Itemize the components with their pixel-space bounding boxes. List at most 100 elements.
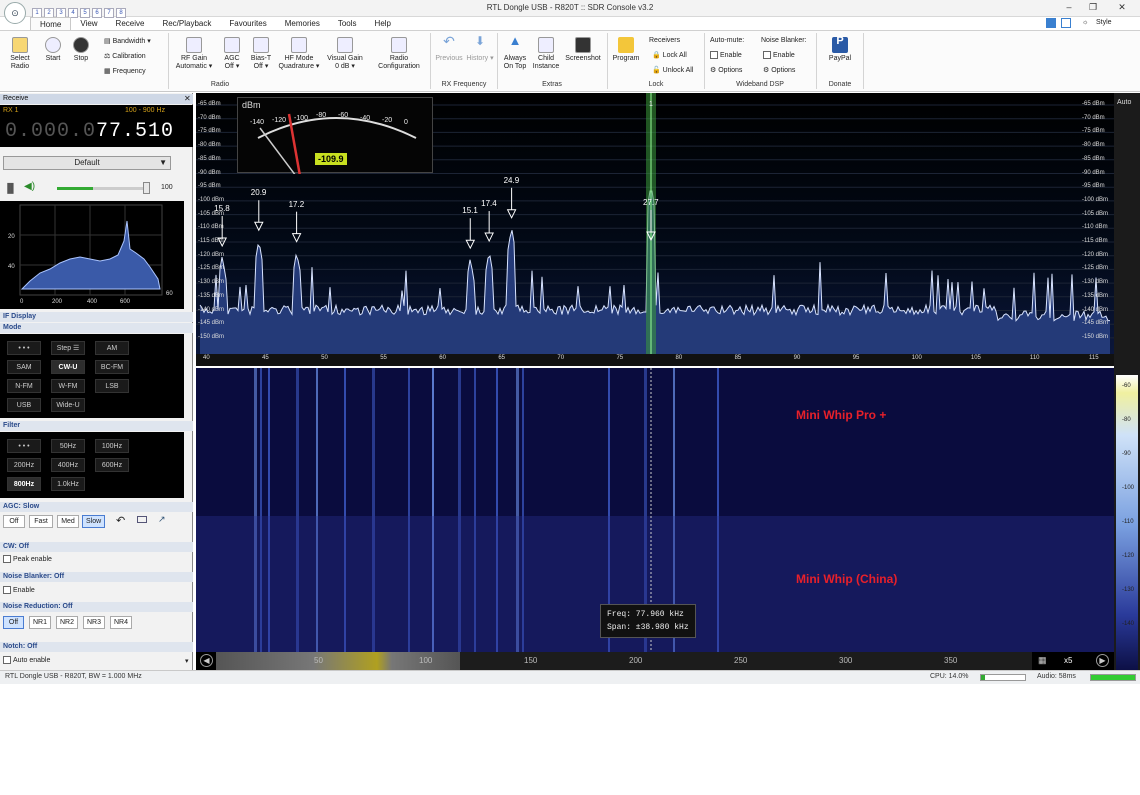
filter-header[interactable]: Filter bbox=[0, 421, 193, 431]
noise-blanker-header[interactable]: Noise Blanker: Off bbox=[0, 572, 193, 582]
filter-400hz[interactable]: 400Hz bbox=[51, 458, 85, 472]
auto-enable-checkbox[interactable] bbox=[3, 656, 11, 664]
layout-icon[interactable] bbox=[1046, 18, 1056, 28]
agc-slow-button[interactable]: Slow bbox=[82, 515, 105, 528]
style-icon[interactable]: ☼ bbox=[1082, 19, 1088, 26]
volume-slider[interactable] bbox=[57, 187, 149, 190]
agc-header[interactable]: AGC: Slow bbox=[0, 502, 193, 512]
waterfall-display[interactable]: Mini Whip Pro + Mini Whip (China) Freq: … bbox=[196, 368, 1114, 652]
tab-help[interactable]: Help bbox=[366, 17, 400, 30]
mode-step[interactable]: Step ☰ bbox=[51, 341, 85, 355]
hf-mode-button[interactable]: HF Mode Quadrature ▾ bbox=[276, 37, 322, 71]
agc-off-button[interactable]: Off bbox=[3, 515, 25, 528]
lock-all-button[interactable]: 🔒 Lock All bbox=[652, 51, 687, 59]
notch-header[interactable]: Notch: Off bbox=[0, 642, 193, 652]
mode-bc-fm[interactable]: BC-FM bbox=[95, 360, 129, 374]
tab-rec-playback[interactable]: Rec/Playback bbox=[153, 17, 220, 30]
mode-usb[interactable]: USB bbox=[7, 398, 41, 412]
tab-home[interactable]: Home bbox=[30, 17, 72, 30]
agc-med-button[interactable]: Med bbox=[57, 515, 79, 528]
preset-dropdown[interactable]: Default ▼ bbox=[3, 156, 171, 170]
filter-100hz[interactable]: 100Hz bbox=[95, 439, 129, 453]
noise-blanker-checkbox[interactable] bbox=[763, 51, 771, 59]
auto-mute-options[interactable]: ⚙ Options bbox=[710, 66, 742, 74]
style-menu[interactable]: Style bbox=[1096, 19, 1112, 26]
mode-n-fm[interactable]: N-FM bbox=[7, 379, 41, 393]
mode-wide-u[interactable]: Wide-U bbox=[51, 398, 85, 412]
filter-200hz[interactable]: 200Hz bbox=[7, 458, 41, 472]
nr-off-button[interactable]: Off bbox=[3, 616, 24, 629]
volume-handle[interactable] bbox=[143, 182, 150, 194]
auto-enable-option[interactable]: Auto enable bbox=[3, 656, 50, 664]
frequency-display[interactable]: RX 1 100 - 900 Hz 0.000.077.510 bbox=[0, 105, 193, 147]
select-radio-button[interactable]: Select Radio bbox=[6, 37, 34, 71]
tab-receive[interactable]: Receive bbox=[107, 17, 154, 30]
noise-blanker-enable[interactable]: Enable bbox=[763, 51, 795, 59]
bias-t-button[interactable]: Bias-T Off ▾ bbox=[248, 37, 274, 71]
mode-cw-u[interactable]: CW-U bbox=[51, 360, 85, 374]
overview-zoom-icon[interactable]: ▦ bbox=[1038, 655, 1047, 666]
cw-header[interactable]: CW: Off bbox=[0, 542, 193, 552]
nr3-button[interactable]: NR3 bbox=[83, 616, 105, 629]
frequency-button[interactable]: ▦ Frequency bbox=[104, 67, 146, 75]
radio-configuration-button[interactable]: Radio Configuration bbox=[372, 37, 426, 71]
auto-mute-checkbox[interactable] bbox=[710, 51, 718, 59]
nr1-button[interactable]: NR1 bbox=[29, 616, 51, 629]
rf-gain-button[interactable]: RF Gain Automatic ▾ bbox=[174, 37, 214, 71]
scroll-right-button[interactable]: ▶ bbox=[1096, 654, 1109, 667]
peak-enable-checkbox[interactable] bbox=[3, 555, 11, 563]
mode-lsb[interactable]: LSB bbox=[95, 379, 129, 393]
nr4-button[interactable]: NR4 bbox=[110, 616, 132, 629]
filter-50hz[interactable]: 50Hz bbox=[51, 439, 85, 453]
history-button[interactable]: ⬇ History ▾ bbox=[466, 35, 494, 63]
agc-button[interactable]: AGC Off ▾ bbox=[219, 37, 245, 71]
tab-favourites[interactable]: Favourites bbox=[220, 17, 275, 30]
filter-800hz[interactable]: 800Hz bbox=[7, 477, 41, 491]
frequency-readout[interactable]: 0.000.077.510 bbox=[5, 120, 174, 143]
mode-header[interactable]: Mode bbox=[0, 323, 193, 333]
auto-mute-enable[interactable]: Enable bbox=[710, 51, 742, 59]
bandwidth-button[interactable]: ▤ Bandwidth ▾ bbox=[104, 37, 151, 45]
auto-button[interactable]: Auto bbox=[1117, 99, 1131, 106]
stop-button[interactable]: Stop bbox=[68, 37, 94, 63]
nb-enable-option[interactable]: Enable bbox=[3, 586, 35, 594]
signal-bars-icon[interactable]: ▐▌ bbox=[4, 183, 17, 193]
spectrum-display[interactable]: 1 dBm -140 -120 -100 -80 -60 -40 -20 0 -109.9 -… bbox=[196, 93, 1114, 366]
filter-more[interactable]: • • • bbox=[7, 439, 41, 453]
close-button[interactable]: ✕ bbox=[1115, 2, 1129, 14]
noise-blanker-options[interactable]: ⚙ Options bbox=[763, 66, 795, 74]
mode-more[interactable]: • • • bbox=[7, 341, 41, 355]
agc-window-icon[interactable] bbox=[137, 516, 147, 523]
agc-fast-button[interactable]: Fast bbox=[29, 515, 53, 528]
mode-w-fm[interactable]: W-FM bbox=[51, 379, 85, 393]
if-display-header[interactable]: IF Display bbox=[0, 312, 193, 322]
layout-alt-icon[interactable] bbox=[1061, 18, 1071, 28]
nr2-button[interactable]: NR2 bbox=[56, 616, 78, 629]
child-instance-button[interactable]: Child Instance bbox=[530, 37, 562, 71]
tab-tools[interactable]: Tools bbox=[329, 17, 366, 30]
tab-view[interactable]: View bbox=[71, 17, 106, 30]
scroll-down-icon[interactable]: ▾ bbox=[185, 657, 189, 665]
agc-graph-icon[interactable]: ↗ bbox=[158, 514, 166, 525]
panel-close-icon[interactable]: ✕ bbox=[184, 94, 191, 103]
minimize-button[interactable]: – bbox=[1062, 2, 1076, 14]
speaker-icon[interactable]: ◀) bbox=[24, 181, 35, 192]
overview-strip[interactable]: 50 100 150 200 250 300 350 bbox=[216, 652, 1032, 670]
noise-reduction-header[interactable]: Noise Reduction: Off bbox=[0, 602, 193, 612]
mode-sam[interactable]: SAM bbox=[7, 360, 41, 374]
paypal-button[interactable]: P PayPal bbox=[822, 36, 858, 63]
mode-am[interactable]: AM bbox=[95, 341, 129, 355]
peak-enable-option[interactable]: Peak enable bbox=[3, 555, 52, 563]
zoom-level[interactable]: x5 bbox=[1064, 656, 1072, 665]
visual-gain-button[interactable]: Visual Gain 0 dB ▾ bbox=[324, 37, 366, 71]
scroll-left-button[interactable]: ◀ bbox=[200, 654, 213, 667]
calibration-button[interactable]: ⚖ Calibration bbox=[104, 52, 146, 60]
always-on-top-button[interactable]: ▲ Always On Top bbox=[500, 34, 530, 71]
start-button[interactable]: Start bbox=[40, 37, 66, 63]
program-button[interactable]: Program bbox=[610, 37, 642, 63]
tab-memories[interactable]: Memories bbox=[276, 17, 329, 30]
agc-undo-icon[interactable]: ↶ bbox=[116, 514, 125, 527]
previous-button[interactable]: ↶ Previous bbox=[434, 34, 464, 63]
nb-enable-checkbox[interactable] bbox=[3, 586, 11, 594]
filter-600hz[interactable]: 600Hz bbox=[95, 458, 129, 472]
